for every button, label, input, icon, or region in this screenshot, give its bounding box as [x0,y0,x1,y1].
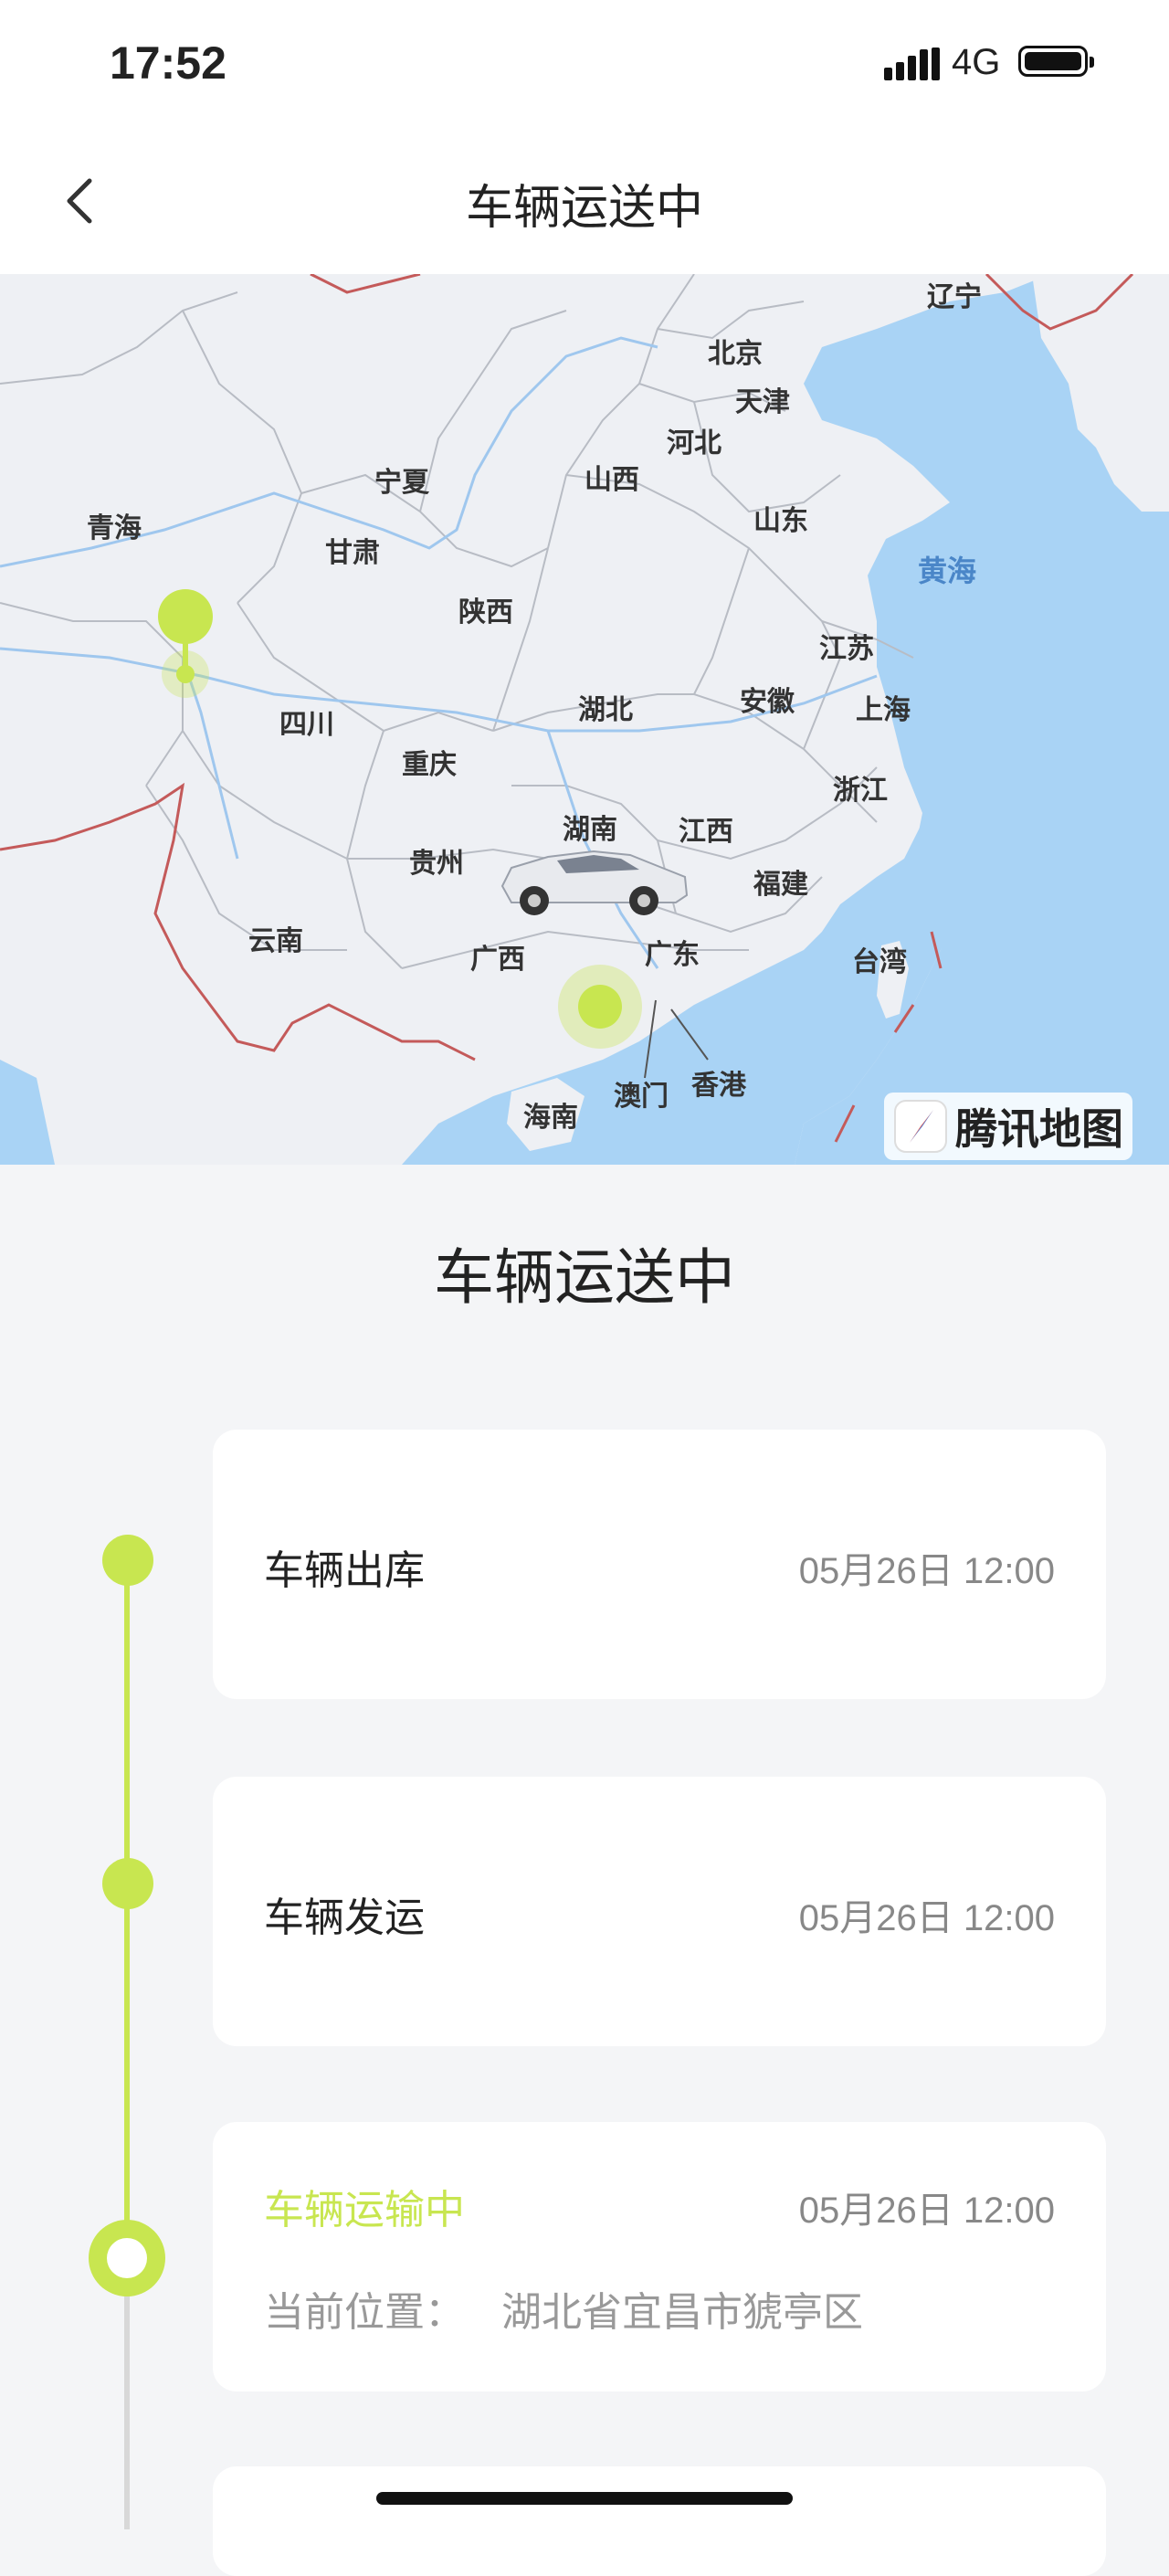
map-label-sichuan: 四川 [279,709,334,741]
map-label-hebei: 河北 [667,428,721,459]
map-label-macau: 澳门 [614,1081,669,1113]
map-label-tianjin: 天津 [735,386,790,418]
nav-bar: 车辆运送中 [0,128,1169,274]
map-label-jiangsu: 江苏 [819,633,874,665]
map-label-ningxia: 宁夏 [374,467,429,499]
map-label-guangdong: 广东 [645,939,700,971]
status-bar: 17:52 4G [0,0,1169,128]
timeline-card: 车辆出库 05月26日 12:00 [213,1430,1106,1699]
map-label-hubei: 湖北 [578,694,633,726]
map-view[interactable]: 辽宁 北京 天津 河北 山西 山东 宁夏 青海 甘肃 陕西 黄海 江苏 安徽 上… [0,274,1169,1165]
map-label-fujian: 福建 [753,869,808,901]
status-time: 17:52 [110,37,226,89]
map-label-jiangxi: 江西 [679,816,733,848]
page-title: 车辆运送中 [465,181,703,236]
compass-icon [894,1100,947,1153]
timeline-card-current: 车辆运输中 05月26日 12:00 当前位置： 湖北省宜昌市猇亭区 [213,2122,1106,2391]
signal-icon [884,48,940,80]
current-location-marker [558,965,642,1049]
map-label-qinghai: 青海 [87,512,142,544]
current-location-value: 湖北省宜昌市猇亭区 [501,2289,863,2336]
map-label-shaanxi: 陕西 [458,596,513,628]
timeline-dot [102,1858,153,1909]
map-label-shandong: 山东 [753,505,808,537]
map-label-anhui: 安徽 [740,686,795,718]
timeline-step-time: 05月26日 12:00 [798,2191,1055,2231]
map-label-guangxi: 广西 [470,944,525,976]
map-label-beijing: 北京 [708,338,763,370]
home-indicator[interactable] [376,2492,793,2505]
route-marker [158,589,213,698]
timeline-step-label: 车辆运输中 [264,2187,465,2233]
timeline-card: 车辆发运 05月26日 12:00 [213,1777,1106,2046]
timeline-step-label: 车辆出库 [264,1547,425,1594]
map-label-zhejiang: 浙江 [833,775,888,807]
map-label-taiwan: 台湾 [852,946,907,978]
tencent-map-logo: 腾讯地图 [884,1093,1132,1160]
timeline-step-label: 车辆发运 [264,1895,425,1941]
timeline-dot [102,1535,153,1586]
map-label-gansu: 甘肃 [325,537,380,569]
timeline-card [213,2466,1106,2576]
map-label-shanghai: 上海 [856,694,911,726]
timeline-step-time: 05月26日 12:00 [798,1898,1055,1938]
car-icon [500,850,689,915]
map-label-hongkong: 香港 [691,1070,746,1102]
section-title: 车辆运送中 [434,1242,735,1313]
map-label-shanxi: 山西 [584,464,639,496]
map-label-yunnan: 云南 [248,925,303,957]
current-location-label: 当前位置： [264,2289,465,2336]
map-label-guizhou: 贵州 [409,848,464,880]
map-logo-text: 腾讯地图 [955,1104,1123,1154]
timeline-dot-current [89,2220,165,2296]
map-label-hainan: 海南 [523,1102,578,1134]
map-label-hunan: 湖南 [563,814,617,846]
network-type: 4G [952,42,1001,82]
map-label-liaoning: 辽宁 [927,281,982,313]
map-label-huanghai: 黄海 [918,554,977,588]
current-location: 当前位置： 湖北省宜昌市猇亭区 [264,2279,863,2338]
map-label-chongqing: 重庆 [402,749,457,781]
timeline-step-time: 05月26日 12:00 [798,1551,1055,1591]
battery-icon [1018,46,1094,77]
